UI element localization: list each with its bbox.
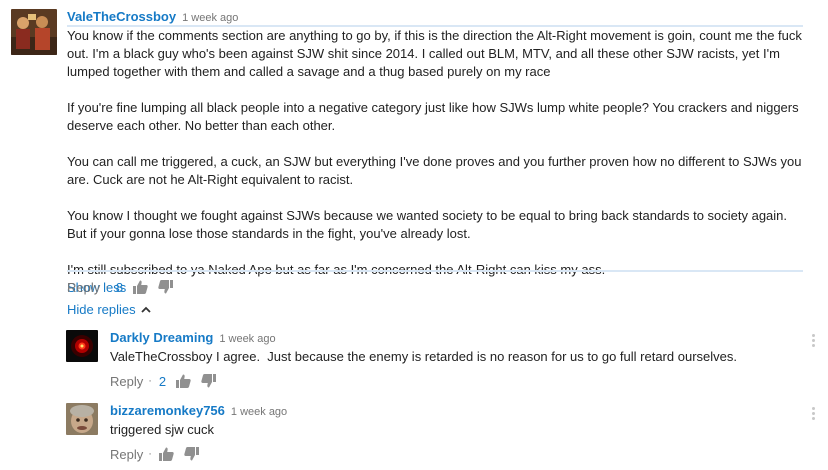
separator-dot: · [148,375,152,387]
reply-time[interactable]: 1 week ago [219,333,275,345]
reply-header: Darkly Dreaming 1 week ago [110,330,276,347]
avatar[interactable] [11,9,57,55]
comment-paragraph: You know I thought we fought against SJW… [67,208,788,241]
more-vert-icon[interactable] [812,334,816,349]
reply-body: ValeTheCrossboy I agree. Just because th… [110,349,737,364]
reply-button[interactable]: Reply [110,447,143,462]
reply-avatar[interactable] [66,403,98,435]
like-count: 8 [115,279,124,295]
separator-dot: · [148,448,152,460]
reply-avatar[interactable] [66,330,98,362]
reply-author[interactable]: Darkly Dreaming [110,330,213,345]
reply-button[interactable]: Reply [110,374,143,389]
reply-button[interactable]: Reply [67,280,100,295]
comment-paragraph: You can call me triggered, a cuck, an SJ… [67,154,802,187]
thumbs-down-icon[interactable] [184,447,199,461]
comment-actions: Reply · 8 [67,279,183,295]
hide-replies-label: Hide replies [67,302,136,317]
chevron-up-icon [141,306,151,313]
reply-header: bizzaremonkey756 1 week ago [110,403,287,420]
comment-time[interactable]: 1 week ago [182,12,238,24]
thumbs-down-icon[interactable] [201,374,217,388]
comment-body: You know if the comments section are any… [67,27,807,297]
separator-dot: · [105,281,109,293]
reply-body: triggered sjw cuck [110,422,215,437]
comment-expanded-rule-bottom [67,270,803,272]
reply-author[interactable]: bizzaremonkey756 [110,403,225,418]
comment-paragraph: If you're fine lumping all black people … [67,100,799,133]
like-count: 2 [158,373,167,389]
thumbs-down-icon[interactable] [158,280,174,294]
hide-replies-button[interactable]: Hide replies [67,302,151,317]
reply-actions: Reply · 2 [110,373,226,389]
more-vert-icon[interactable] [812,407,816,422]
reply-actions: Reply · [110,446,209,462]
reply-time[interactable]: 1 week ago [231,406,287,418]
comment-header: ValeTheCrossboy 1 week ago [67,9,238,26]
comment-author[interactable]: ValeTheCrossboy [67,9,176,24]
comment-paragraph: You know if the comments section are any… [67,28,802,79]
thumbs-up-icon[interactable] [176,374,191,388]
thumbs-up-icon[interactable] [133,280,148,294]
thumbs-up-icon[interactable] [158,447,174,461]
